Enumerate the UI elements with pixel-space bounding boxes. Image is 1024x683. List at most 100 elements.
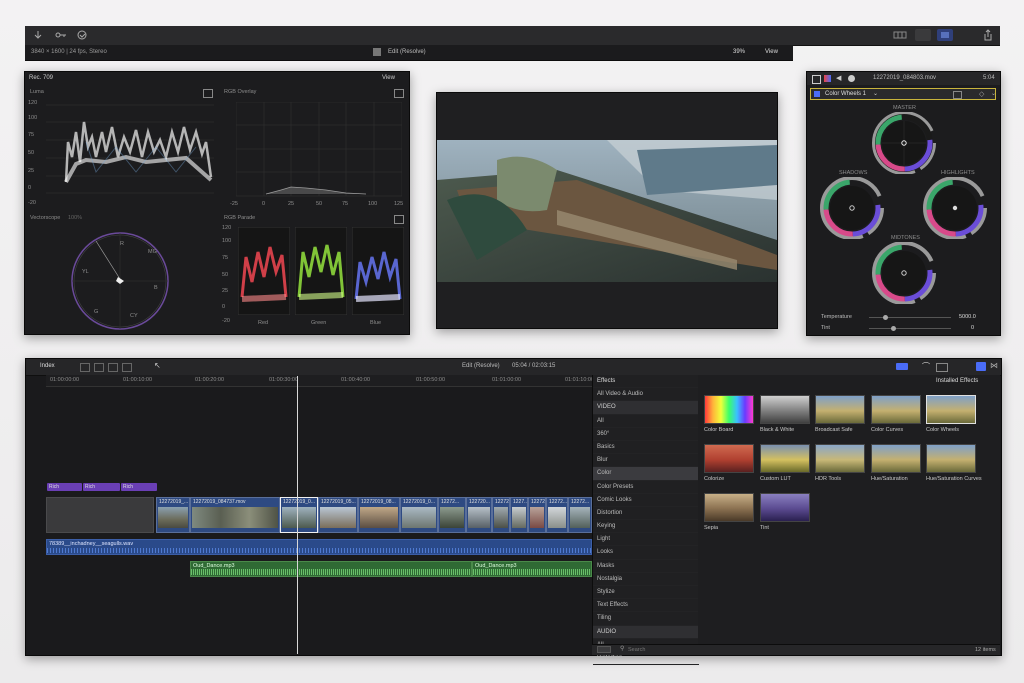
scope-settings-icon[interactable]	[394, 89, 404, 98]
installed-effects-menu[interactable]: Installed Effects	[936, 378, 978, 384]
gap-clip[interactable]	[46, 497, 154, 533]
effect-thumb-hue-saturation-curves[interactable]	[926, 444, 976, 473]
highlights-wheel[interactable]	[920, 177, 990, 239]
view-menu[interactable]: View	[765, 49, 778, 55]
effect-thumb-hdr-tools[interactable]	[815, 444, 865, 473]
zoom-menu[interactable]: 39%	[733, 49, 745, 55]
effects-category[interactable]: Light	[593, 533, 699, 547]
video-clip[interactable]: 12272019_0...	[400, 497, 438, 533]
master-wheel[interactable]	[869, 112, 939, 174]
snapping-icon[interactable]	[936, 363, 948, 372]
video-clip[interactable]: 12272...	[546, 497, 568, 533]
index-button[interactable]: Index	[40, 363, 55, 369]
effect-thumb-color-curves[interactable]	[871, 395, 921, 424]
effects-category[interactable]: 360°	[593, 428, 699, 441]
inspector-toggle-icon[interactable]	[937, 29, 953, 41]
music-clip[interactable]: Oud_Dance.mp3	[190, 561, 472, 577]
effect-selector[interactable]: Color Wheels 1 ⌄ ◇ ⌄	[810, 88, 996, 100]
effects-category[interactable]: Keying	[593, 520, 699, 534]
share-icon[interactable]	[983, 29, 993, 41]
video-clip-selected[interactable]: 12272019_0...	[280, 497, 318, 533]
scopes-view-menu[interactable]: View	[382, 75, 395, 81]
audio-skimming-icon[interactable]	[896, 363, 908, 370]
title-clip[interactable]: Rich	[121, 483, 157, 491]
effects-category[interactable]: Comic Looks	[593, 494, 699, 507]
timeline-toggle-icon[interactable]	[915, 29, 931, 41]
playhead[interactable]	[297, 376, 298, 654]
checkmark-icon[interactable]	[77, 30, 87, 40]
video-clip[interactable]: 1227...	[510, 497, 528, 533]
effect-thumb-tint[interactable]	[760, 493, 810, 522]
clip-appearance-icon[interactable]	[94, 363, 104, 372]
video-clip[interactable]: 12272019_08...	[358, 497, 400, 533]
effects-category[interactable]: Tiling	[593, 612, 699, 626]
effects-section-header[interactable]: AUDIO	[593, 625, 699, 639]
keyword-icon[interactable]	[55, 30, 67, 40]
chevron-down-icon[interactable]: ⌄	[991, 90, 996, 97]
music-clip[interactable]: Oud_Dance.mp3	[472, 561, 592, 577]
effect-name[interactable]: Color Wheels 1	[825, 91, 866, 97]
import-icon[interactable]	[33, 30, 43, 40]
video-clip[interactable]: 122720...	[466, 497, 492, 533]
effects-category[interactable]: Basics	[593, 441, 699, 455]
sidebar-toggle-icon[interactable]	[597, 646, 611, 653]
effects-category[interactable]: Looks	[593, 546, 699, 560]
effect-thumb-hue-saturation[interactable]	[871, 444, 921, 473]
clip-appearance-icon[interactable]	[122, 363, 132, 372]
effects-category-selected[interactable]: Color	[593, 467, 699, 481]
tint-slider[interactable]	[869, 328, 951, 329]
shadows-wheel[interactable]	[817, 177, 887, 239]
clip-appearance-icon[interactable]	[80, 363, 90, 372]
effects-category[interactable]: All	[593, 415, 699, 428]
temperature-value[interactable]: 5000.0	[959, 314, 976, 320]
effect-thumb-color-board[interactable]	[704, 395, 754, 424]
effects-category[interactable]: Masks	[593, 560, 699, 573]
browser-toggle-icon[interactable]	[893, 30, 907, 40]
effect-thumb-color-wheels[interactable]	[926, 395, 976, 424]
scope-settings-icon[interactable]	[203, 89, 213, 98]
effects-browser-toggle-icon[interactable]	[976, 362, 986, 371]
video-clip[interactable]: 12272019_05...	[318, 497, 358, 533]
tint-value[interactable]: 0	[971, 325, 974, 331]
effect-enabled-checkbox[interactable]	[814, 91, 820, 97]
audio-clip-seagulls[interactable]: 78389__inchadney__seagulls.wav	[46, 539, 592, 555]
scope-settings-icon[interactable]	[394, 215, 404, 224]
clip-appearance-icon[interactable]	[108, 363, 118, 372]
effect-thumb-broadcast-safe[interactable]	[815, 395, 865, 424]
effects-category[interactable]: Blur	[593, 454, 699, 468]
keyframe-icon[interactable]: ◇	[979, 90, 984, 98]
effect-thumb-black-white[interactable]	[760, 395, 810, 424]
video-clip[interactable]: 12272019_...	[156, 497, 190, 533]
info-inspector-icon[interactable]	[848, 75, 855, 82]
title-clip[interactable]: Rich	[83, 483, 120, 491]
effects-category[interactable]: Text Effects	[593, 599, 699, 613]
select-tool-icon[interactable]: ↖	[154, 361, 161, 370]
audio-inspector-icon[interactable]: ◀	[836, 75, 841, 82]
color-inspector-icon[interactable]	[824, 75, 831, 82]
effects-category[interactable]: Stylize	[593, 586, 699, 600]
midtones-wheel[interactable]	[869, 242, 939, 304]
tint-slider-knob[interactable]	[891, 326, 896, 331]
headphones-icon[interactable]: ⌒	[922, 361, 930, 372]
effects-section-header[interactable]: VIDEO	[593, 401, 699, 415]
temperature-slider[interactable]	[869, 317, 951, 318]
timeline-ruler[interactable]: 01:00:00:00 01:00:10:00 01:00:20:00 01:0…	[46, 375, 594, 387]
effect-thumb-colorize[interactable]	[704, 444, 754, 473]
effects-category[interactable]: Distortion	[593, 507, 699, 521]
chevron-down-icon[interactable]: ⌄	[873, 90, 878, 97]
temperature-slider-knob[interactable]	[883, 315, 888, 320]
video-clip[interactable]: 12272...	[438, 497, 466, 533]
video-clip[interactable]: 12272...	[528, 497, 546, 533]
effects-search-field[interactable]: ⚲ Search	[618, 646, 958, 654]
effect-thumb-custom-lut[interactable]	[760, 444, 810, 473]
video-clip[interactable]: 12272...	[568, 497, 592, 533]
video-inspector-icon[interactable]	[812, 75, 821, 84]
video-clip[interactable]: 12272019_084737.mov	[190, 497, 280, 533]
mask-icon[interactable]	[953, 91, 962, 99]
effects-category[interactable]: Color Presets	[593, 481, 699, 494]
title-clip[interactable]: Rich	[47, 483, 82, 491]
effects-category[interactable]: All Video & Audio	[593, 388, 699, 402]
video-clip[interactable]: 12272...	[492, 497, 510, 533]
effect-thumb-sepia[interactable]	[704, 493, 754, 522]
effects-category[interactable]: Nostalgia	[593, 573, 699, 586]
